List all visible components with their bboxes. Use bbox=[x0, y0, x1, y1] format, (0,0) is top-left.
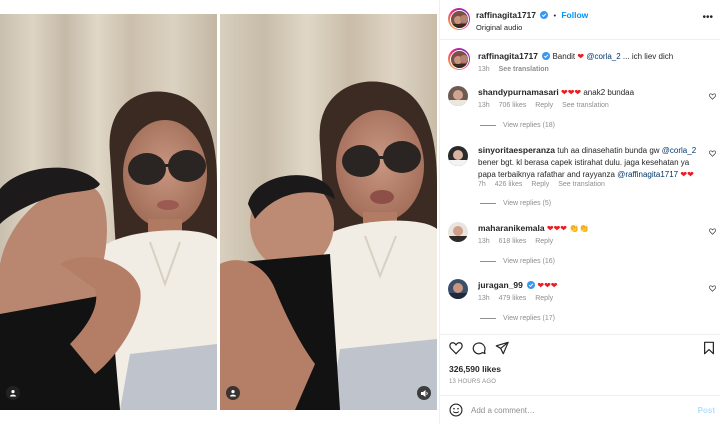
post-header: raffinagita1717 • Follow Original audio … bbox=[440, 0, 720, 40]
tagged-people-icon[interactable] bbox=[6, 386, 20, 400]
comment-icon[interactable] bbox=[472, 341, 486, 355]
comment-emoji: ❤❤❤ bbox=[561, 88, 582, 97]
reply-button[interactable]: Reply bbox=[535, 295, 553, 302]
comment-input[interactable] bbox=[471, 402, 681, 418]
comment-clap-emoji: 👏👏 bbox=[569, 224, 590, 233]
post-media bbox=[0, 0, 439, 424]
author-avatar[interactable] bbox=[448, 8, 470, 30]
caption-text: Bandit bbox=[552, 52, 576, 61]
comment-likes[interactable]: 426 likes bbox=[495, 181, 523, 188]
comment-time: 13h bbox=[478, 102, 490, 109]
comment-like-heart-icon[interactable] bbox=[709, 150, 716, 157]
video-frame-right[interactable] bbox=[220, 14, 437, 410]
comment-username[interactable]: sinyoritaesperanza bbox=[478, 145, 555, 155]
comment-like-heart-icon[interactable] bbox=[709, 93, 716, 100]
comment-username[interactable]: juragan_99 bbox=[478, 280, 523, 290]
comment-username[interactable]: maharanikemala bbox=[478, 223, 545, 233]
comment-time: 13h bbox=[478, 238, 490, 245]
see-translation-button[interactable]: See translation bbox=[558, 181, 605, 188]
verified-icon bbox=[542, 52, 551, 60]
view-replies-button[interactable]: View replies (5) bbox=[480, 200, 551, 207]
caption-username[interactable]: raffinagita1717 bbox=[478, 51, 538, 61]
verified-icon bbox=[527, 281, 536, 289]
comment-emoji: ❤❤ bbox=[680, 170, 694, 179]
view-replies-label: View replies (16) bbox=[503, 258, 556, 265]
add-comment-bar: Post bbox=[440, 395, 720, 424]
comment-likes[interactable]: 706 likes bbox=[499, 102, 527, 109]
caption-mention[interactable]: @corla_2 bbox=[586, 52, 620, 61]
comment-text: anak2 bundaa bbox=[583, 88, 635, 97]
comment-username[interactable]: shandypurnamasari bbox=[478, 87, 559, 97]
view-replies-button[interactable]: View replies (17) bbox=[480, 315, 555, 322]
comment-like-heart-icon[interactable] bbox=[709, 285, 716, 292]
video-frame-left[interactable] bbox=[0, 14, 217, 410]
view-replies-button[interactable]: View replies (16) bbox=[480, 258, 555, 265]
comment-emoji: ❤❤❤ bbox=[537, 281, 558, 290]
follow-button[interactable]: Follow bbox=[561, 10, 588, 20]
commenter-avatar[interactable] bbox=[448, 222, 468, 242]
commenter-avatar[interactable] bbox=[448, 279, 468, 299]
see-translation-button[interactable]: See translation bbox=[562, 102, 609, 109]
comment-like-heart-icon[interactable] bbox=[709, 228, 716, 235]
caption-heart-emoji: ❤ bbox=[577, 52, 585, 61]
commenter-avatar[interactable] bbox=[448, 86, 468, 106]
comment-text: tuh aa dinasehatin bunda gw bbox=[557, 146, 660, 155]
caption-text-2: ... ich liev dich bbox=[622, 52, 674, 61]
view-replies-label: View replies (5) bbox=[503, 200, 552, 207]
bookmark-icon[interactable] bbox=[702, 341, 716, 355]
reply-button[interactable]: Reply bbox=[535, 102, 553, 109]
post-details-panel: raffinagita1717 • Follow Original audio … bbox=[439, 0, 720, 424]
view-replies-label: View replies (18) bbox=[503, 122, 556, 129]
reply-button[interactable]: Reply bbox=[535, 238, 553, 245]
likes-count[interactable]: 326,590 likes bbox=[449, 364, 501, 374]
comment-time: 13h bbox=[478, 295, 490, 302]
share-icon[interactable] bbox=[495, 341, 509, 355]
comment-likes[interactable]: 618 likes bbox=[499, 238, 527, 245]
header-separator: • bbox=[553, 11, 557, 20]
view-replies-label: View replies (17) bbox=[503, 315, 556, 322]
author-username[interactable]: raffinagita1717 bbox=[476, 10, 536, 20]
more-options-icon[interactable]: ••• bbox=[702, 12, 713, 23]
commenter-avatar[interactable] bbox=[448, 146, 468, 166]
verified-icon bbox=[540, 11, 549, 19]
comment-likes[interactable]: 479 likes bbox=[499, 295, 527, 302]
post-time: 13 HOURS AGO bbox=[449, 379, 497, 385]
comment-emoji: ❤❤❤ bbox=[546, 224, 567, 233]
comment-mention-2[interactable]: @raffinagita1717 bbox=[617, 170, 678, 179]
emoji-icon[interactable] bbox=[449, 403, 463, 417]
caption-see-translation[interactable]: See translation bbox=[499, 66, 549, 73]
caption-time: 13h bbox=[478, 66, 490, 73]
post-actions: 326,590 likes 13 HOURS AGO bbox=[440, 334, 720, 394]
comment-time: 7h bbox=[478, 181, 486, 188]
reply-button[interactable]: Reply bbox=[531, 181, 549, 188]
audio-label[interactable]: Original audio bbox=[476, 23, 522, 32]
comment-mention[interactable]: @corla_2 bbox=[662, 146, 696, 155]
view-replies-button[interactable]: View replies (18) bbox=[480, 122, 555, 129]
post-comment-button[interactable]: Post bbox=[698, 406, 715, 415]
speaker-icon[interactable] bbox=[417, 386, 431, 400]
heart-icon[interactable] bbox=[449, 341, 463, 355]
caption-avatar[interactable] bbox=[448, 48, 470, 70]
tagged-people-icon-2[interactable] bbox=[226, 386, 240, 400]
